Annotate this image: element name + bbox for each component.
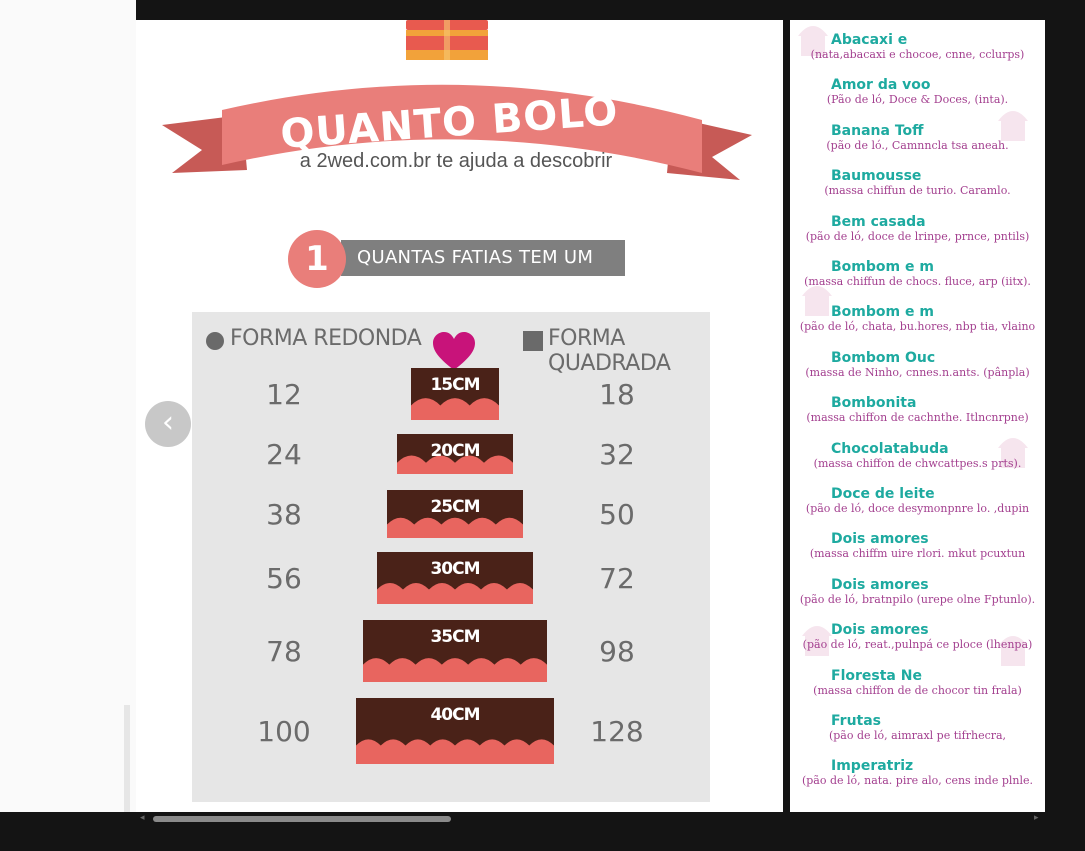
flavor-item: Dois amores (massa chiffm uire rlori. mku… [790,531,1045,560]
flavor-item: Doce de leite (pão de ló, doce desymonpnr… [790,486,1045,515]
flavor-item: Floresta Ne (massa chiffon de de chocor t… [790,668,1045,697]
flavor-name: Abacaxi e [831,32,908,48]
cake-tier: 15CM [411,368,499,420]
flavor-description: (pão de ló, chata, bu.hores, nbp tia, vl… [799,320,1036,334]
flavor-name: Banana Toff [831,122,924,139]
flavor-item: Banana Toff (pão de ló., Camnncla tsa ane… [790,123,1045,152]
flavor-description: (massa chiffon de chwcattpes.s prts). [813,456,1022,470]
round-slice-count: 78 [266,635,302,668]
scroll-left-icon[interactable]: ◂ [140,813,145,823]
infographic-subtitle: a 2wed.com.br te ajuda a descobrir [299,150,613,172]
flavor-item: Amor da voo (Pão de ló, Doce & Doces, (in… [790,77,1045,106]
cake-tier-frosting [411,398,499,420]
flavor-name: Chocolatabuda [831,440,949,457]
scroll-right-icon[interactable]: ▸ [1034,813,1039,823]
flavor-item: Frutas (pão de ló, aimraxl pe tifrhecra, [790,713,1045,742]
infographic-image: QUANTO BOLO SERVIR? a 2wed.com.br te aju… [136,20,783,812]
flavor-item: Dois amores (pão de ló, reat.,pulnpá ce p… [790,622,1045,651]
flavor-description: (massa de Ninho, cnnes.n.ants. (pânpla) [805,365,1030,379]
cake-tier: 30CM [377,552,533,604]
flavor-name: Bombom Ouc [831,349,936,366]
flavor-name: Dois amores [831,531,929,548]
cake-tier: 40CM [356,698,554,764]
tier-size-label: 30CM [430,559,479,579]
tier-size-label: 20CM [430,441,479,461]
flavor-name: Frutas [831,713,882,729]
flavor-name: Bombonita [831,395,917,412]
flavor-description: (Pão de ló, Doce & Doces, (inta). [826,93,1009,107]
cake-tier: 25CM [387,490,523,538]
flavor-name: Bombom e m [831,304,934,321]
cake-tier-frosting [387,517,523,538]
cake-tier: 35CM [363,620,547,682]
flavor-list-image: Abacaxi e (nata,abacaxi e chocoe, cnne, c… [790,20,1045,812]
cake-tier: 20CM [397,434,513,474]
flavor-description: (massa chiffon de de chocor tin frala) [813,683,1022,697]
tier-size-label: 15CM [430,375,479,395]
flavor-description: (massa chiffon de cachnthe. Itlncnrpne) [806,411,1029,425]
square-slice-count: 72 [599,562,635,595]
flavor-name: Dois amores [831,576,929,593]
flavor-item: Dois amores (pão de ló, bratnpilo (urepe … [790,577,1045,606]
horizontal-scrollbar-thumb[interactable] [153,816,451,822]
flavor-description: (pão de ló, bratnpilo (urepe olne Fptunl… [799,592,1036,606]
step-label-text: QUANTAS FATIAS TEM UM BOLO? [357,247,594,304]
flavor-description: (nata,abacaxi e chocoe, cnne, cclurps) [810,48,1025,61]
square-slice-count: 50 [599,498,635,531]
round-slice-count: 56 [266,562,302,595]
flavor-description: (massa chiffun de turio. Caramlo. [824,184,1011,198]
flavor-item: Bombonita (massa chiffon de cachnthe. Itl… [790,395,1045,424]
flavor-description: (pão de ló., Camnncla tsa aneah. [826,138,1009,152]
flavor-name: Floresta Ne [831,667,922,684]
flavor-name: Doce de leite [831,486,935,502]
top-black-bar [136,0,1085,20]
round-slice-count: 12 [266,378,302,411]
flavor-name: Dois amores [831,622,929,639]
left-blank-pane [0,0,136,812]
cake-size-chart: FORMA REDONDA FORMA QUADRADA 15CM 12 18 20C… [192,312,710,802]
flavor-description: (massa chiffun de chocs. fluce, arp (iit… [804,275,1031,288]
flavor-name: Bombom e m [831,259,934,275]
flavor-description: (pão de ló, reat.,pulnpá ce ploce (lhenp… [802,638,1033,652]
chevron-left-icon: ‹ [162,405,174,440]
flavor-item: Chocolatabuda (massa chiffon de chwcattpe… [790,441,1045,470]
step-number-badge: 1 [288,230,346,288]
step-label: QUANTAS FATIAS TEM UM BOLO? [341,240,625,304]
flavor-item: Bem casada (pão de ló, doce de lrinpe, pr… [790,214,1045,243]
flavor-name: Baumousse [831,168,922,185]
flavor-item: Bombom e m (massa chiffun de chocs. fluce… [790,259,1045,288]
flavor-description: (massa chiffm uire rlori. mkut pcuxtun [809,547,1026,561]
flavor-name: Amor da voo [831,77,931,94]
square-slice-count: 98 [599,635,635,668]
flavor-item: Imperatriz (pão de ló, nata. pire alo, ce… [790,758,1045,787]
round-slice-count: 38 [266,498,302,531]
previous-arrow-button[interactable]: ‹ [145,401,191,447]
flavor-description: (pão de ló, aimraxl pe tifrhecra, [828,729,1007,742]
tier-size-label: 35CM [430,627,479,647]
round-slice-count: 24 [266,438,302,471]
flavor-item: Bombom Ouc (massa de Ninho, cnnes.n.ants.… [790,350,1045,379]
flavor-description: (pão de ló, nata. pire alo, cens inde pl… [801,774,1034,788]
round-slice-count: 100 [257,715,310,748]
flavor-name: Bem casada [831,213,926,230]
flavor-item: Bombom e m (pão de ló, chata, bu.hores, n… [790,304,1045,333]
tier-size-label: 40CM [430,705,479,725]
flavor-name: Imperatriz [831,758,914,775]
flavor-item: Baumousse (massa chiffun de turio. Caraml… [790,168,1045,197]
flavor-item: Abacaxi e (nata,abacaxi e chocoe, cnne, c… [790,32,1045,61]
square-slice-count: 128 [590,715,643,748]
cake-tiers: 15CM 12 18 20CM 24 32 25CM 38 50 30CM 56 72 35CM 78 98… [257,368,644,764]
flavor-description: (pão de ló, doce desymonpnre lo. ,dupin [805,502,1030,515]
flavor-description: (pão de ló, doce de lrinpe, prnce, pntil… [805,229,1030,243]
square-slice-count: 32 [599,438,635,471]
tier-size-label: 25CM [430,497,479,517]
square-slice-count: 18 [599,378,635,411]
